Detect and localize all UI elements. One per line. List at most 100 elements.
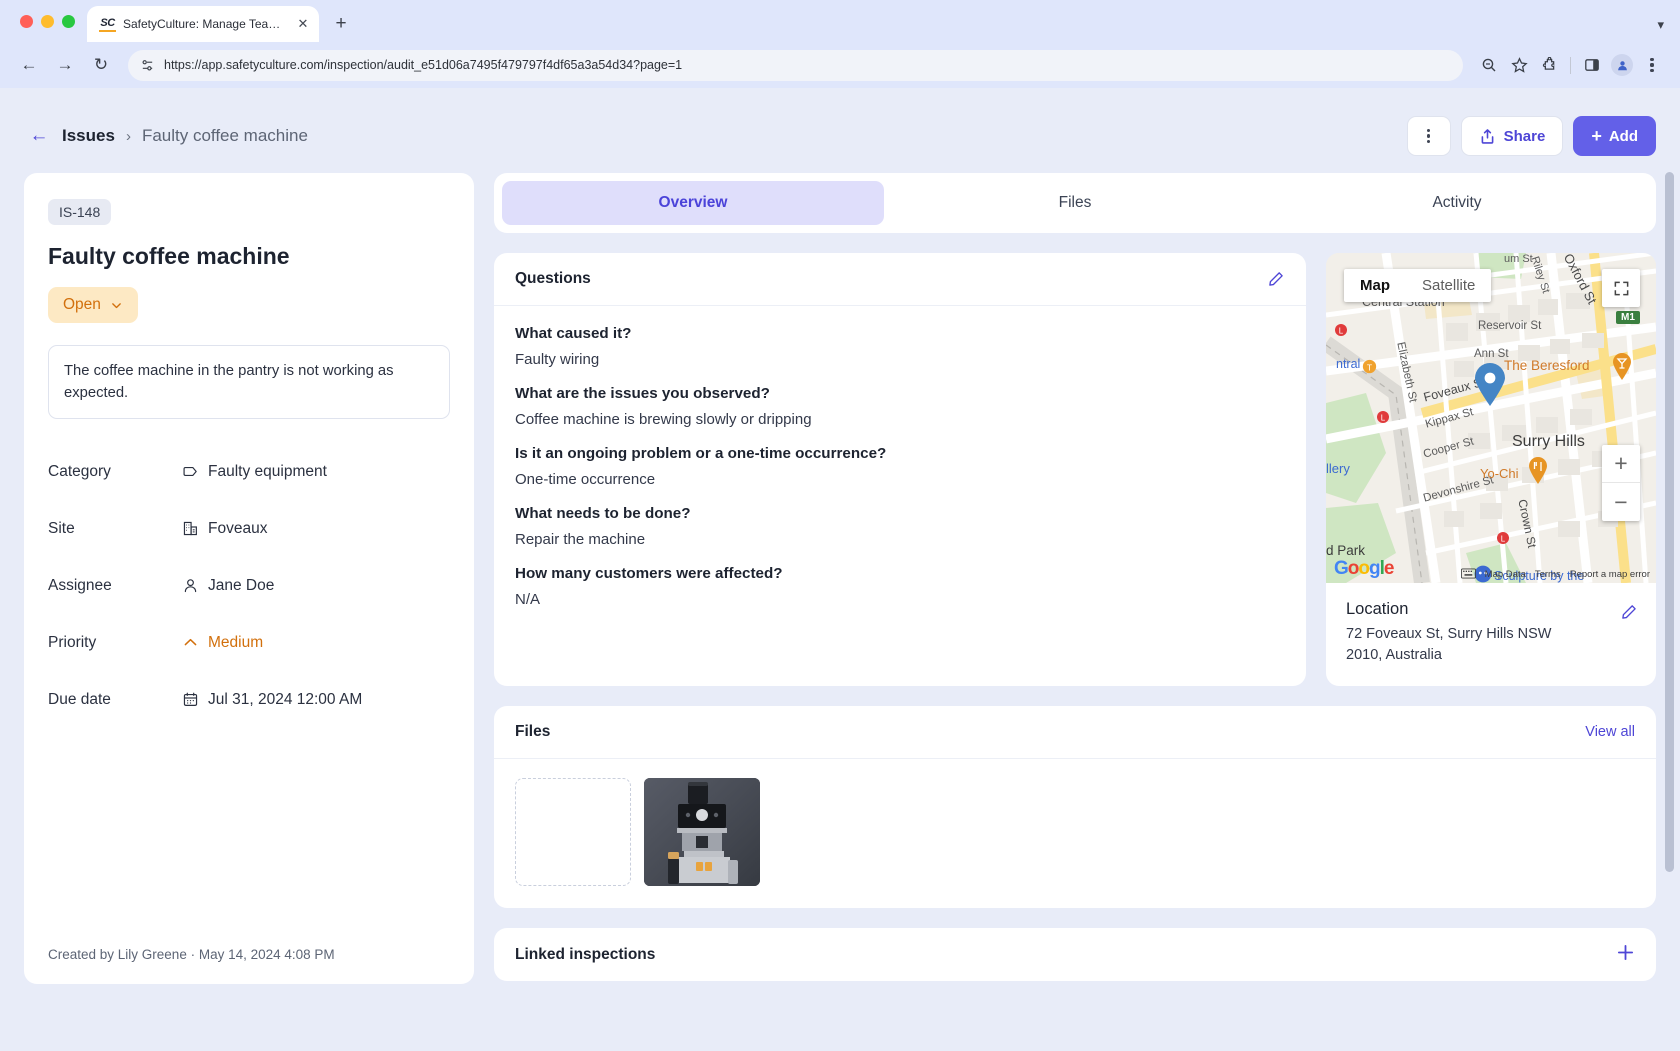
map-poi-rail-icon: L (1334, 323, 1348, 342)
field-label: Assignee (48, 577, 182, 595)
zoom-icon[interactable] (1475, 51, 1503, 79)
chrome-menu-icon[interactable] (1638, 51, 1666, 79)
questions-card: Questions What caused it? Faulty wiring (494, 253, 1306, 686)
share-button[interactable]: Share (1461, 116, 1564, 156)
close-window-button[interactable] (20, 15, 33, 28)
field-row-site[interactable]: Site Foveaux (48, 500, 450, 557)
map-type-satellite[interactable]: Satellite (1406, 269, 1491, 302)
pencil-icon[interactable] (1267, 270, 1285, 288)
questions-card-header: Questions (494, 253, 1306, 306)
calendar-icon (182, 691, 199, 708)
browser-tab[interactable]: SC SafetyCulture: Manage Teams and... ✕ (87, 6, 319, 42)
add-button[interactable]: + Add (1573, 116, 1656, 156)
map-zoom-controls[interactable]: + − (1602, 445, 1640, 521)
location-card: ntral Central Station Reservoir St Ann S… (1326, 253, 1656, 686)
profile-avatar-icon[interactable] (1608, 51, 1636, 79)
question-text: What are the issues you observed? (515, 385, 1285, 402)
field-row-assignee[interactable]: Assignee Jane Doe (48, 557, 450, 614)
chevron-down-icon (110, 299, 123, 312)
map-type-switcher[interactable]: Map Satellite (1344, 269, 1491, 302)
chevron-down-icon[interactable]: ▾ (1657, 17, 1664, 33)
reload-icon[interactable]: ↻ (86, 50, 116, 80)
url-text[interactable]: https://app.safetyculture.com/inspection… (164, 58, 682, 72)
issue-summary-panel: IS-148 Faulty coffee machine Open The co… (24, 173, 474, 984)
field-value: Jane Doe (208, 577, 274, 595)
files-title: Files (515, 723, 550, 741)
tab-overview[interactable]: Overview (502, 181, 884, 225)
location-address-line1: 72 Foveaux St, Surry Hills NSW (1346, 626, 1551, 642)
minimize-window-button[interactable] (41, 15, 54, 28)
field-row-priority[interactable]: Priority Medium (48, 614, 450, 671)
maximize-window-button[interactable] (62, 15, 75, 28)
location-details: Location 72 Foveaux St, Surry Hills NSW … (1326, 583, 1656, 686)
field-row-category[interactable]: Category Faulty equipment (48, 443, 450, 500)
report-map-error-link[interactable]: Report a map error (1570, 569, 1650, 580)
fullscreen-icon[interactable] (1602, 269, 1640, 307)
svg-text:T: T (1367, 362, 1373, 372)
status-dropdown[interactable]: Open (48, 287, 138, 323)
file-thumbnail[interactable] (644, 778, 760, 886)
issue-title: Faulty coffee machine (48, 243, 450, 270)
back-arrow-icon[interactable]: ← (14, 50, 44, 80)
files-card: Files View all plus-icon (494, 706, 1656, 908)
field-value-wrap: Faulty equipment (182, 463, 327, 481)
map-label-central: ntral (1336, 357, 1360, 371)
field-value-wrap: Jul 31, 2024 12:00 AM (182, 691, 362, 709)
view-all-files-link[interactable]: View all (1585, 724, 1635, 740)
page-scrollbar[interactable] (1665, 172, 1674, 872)
add-linked-inspection-button[interactable] (1616, 943, 1635, 966)
field-label: Due date (48, 691, 182, 709)
coffee-machine-photo (644, 778, 760, 886)
tab-activity[interactable]: Activity (1266, 181, 1648, 225)
keyboard-shortcuts-icon[interactable] (1461, 568, 1476, 582)
pencil-icon[interactable] (1620, 603, 1638, 626)
toolbar-divider (1570, 57, 1571, 74)
terms-link[interactable]: Terms (1535, 569, 1561, 580)
breadcrumb-issues-link[interactable]: Issues (62, 126, 115, 146)
address-bar[interactable]: https://app.safetyculture.com/inspection… (128, 50, 1463, 81)
tab-files[interactable]: Files (884, 181, 1266, 225)
share-icon (1479, 128, 1496, 145)
linked-inspections-header: Linked inspections (494, 928, 1656, 981)
svg-text:L: L (1501, 535, 1506, 544)
map-label-surry-hills: Surry Hills (1512, 433, 1585, 451)
zoom-in-button[interactable]: + (1602, 445, 1640, 483)
extensions-icon[interactable] (1535, 51, 1563, 79)
new-tab-button[interactable]: + (327, 10, 355, 38)
map-type-map[interactable]: Map (1344, 269, 1406, 302)
chevron-up-icon (182, 634, 199, 651)
add-file-dropzone[interactable]: plus-icon (515, 778, 631, 886)
window-traffic-lights[interactable] (14, 0, 87, 42)
status-label: Open (63, 296, 101, 314)
back-arrow-icon[interactable]: ← (24, 121, 54, 151)
answer-text: Coffee machine is brewing slowly or drip… (515, 411, 1285, 428)
zoom-out-button[interactable]: − (1602, 483, 1640, 521)
map-data-label: Map Data (1485, 569, 1526, 580)
tab-strip: SC SafetyCulture: Manage Teams and... ✕ … (0, 0, 1680, 42)
side-panel-icon[interactable] (1578, 51, 1606, 79)
map-view[interactable]: ntral Central Station Reservoir St Ann S… (1326, 253, 1656, 583)
issue-description[interactable]: The coffee machine in the pantry is not … (48, 345, 450, 419)
plus-icon: + (1591, 126, 1602, 147)
issue-id-badge: IS-148 (48, 199, 111, 225)
question-text: What caused it? (515, 325, 1285, 342)
site-settings-icon[interactable] (140, 58, 155, 73)
page-header: ← Issues › Faulty coffee machine Share +… (0, 88, 1680, 162)
field-label: Category (48, 463, 182, 481)
field-label: Priority (48, 634, 182, 652)
field-label: Site (48, 520, 182, 538)
answer-text: One-time occurrence (515, 471, 1285, 488)
field-value: Foveaux (208, 520, 267, 538)
forward-arrow-icon[interactable]: → (50, 50, 80, 80)
map-label-yo-chi: Yo-Chi (1480, 466, 1519, 481)
field-row-due-date[interactable]: Due date Jul 31, 2024 12:00 AM (48, 671, 450, 728)
svg-text:L: L (1381, 414, 1386, 423)
tag-icon (182, 463, 199, 480)
question-item: What needs to be done? Repair the machin… (515, 505, 1285, 548)
created-by-text: Created by Lily Greene · May 14, 2024 4:… (48, 947, 335, 962)
bookmark-star-icon[interactable] (1505, 51, 1533, 79)
question-item: How many customers were affected? N/A (515, 565, 1285, 608)
field-value: Faulty equipment (208, 463, 327, 481)
more-options-button[interactable] (1407, 116, 1451, 156)
tab-close-icon[interactable]: ✕ (295, 16, 311, 32)
